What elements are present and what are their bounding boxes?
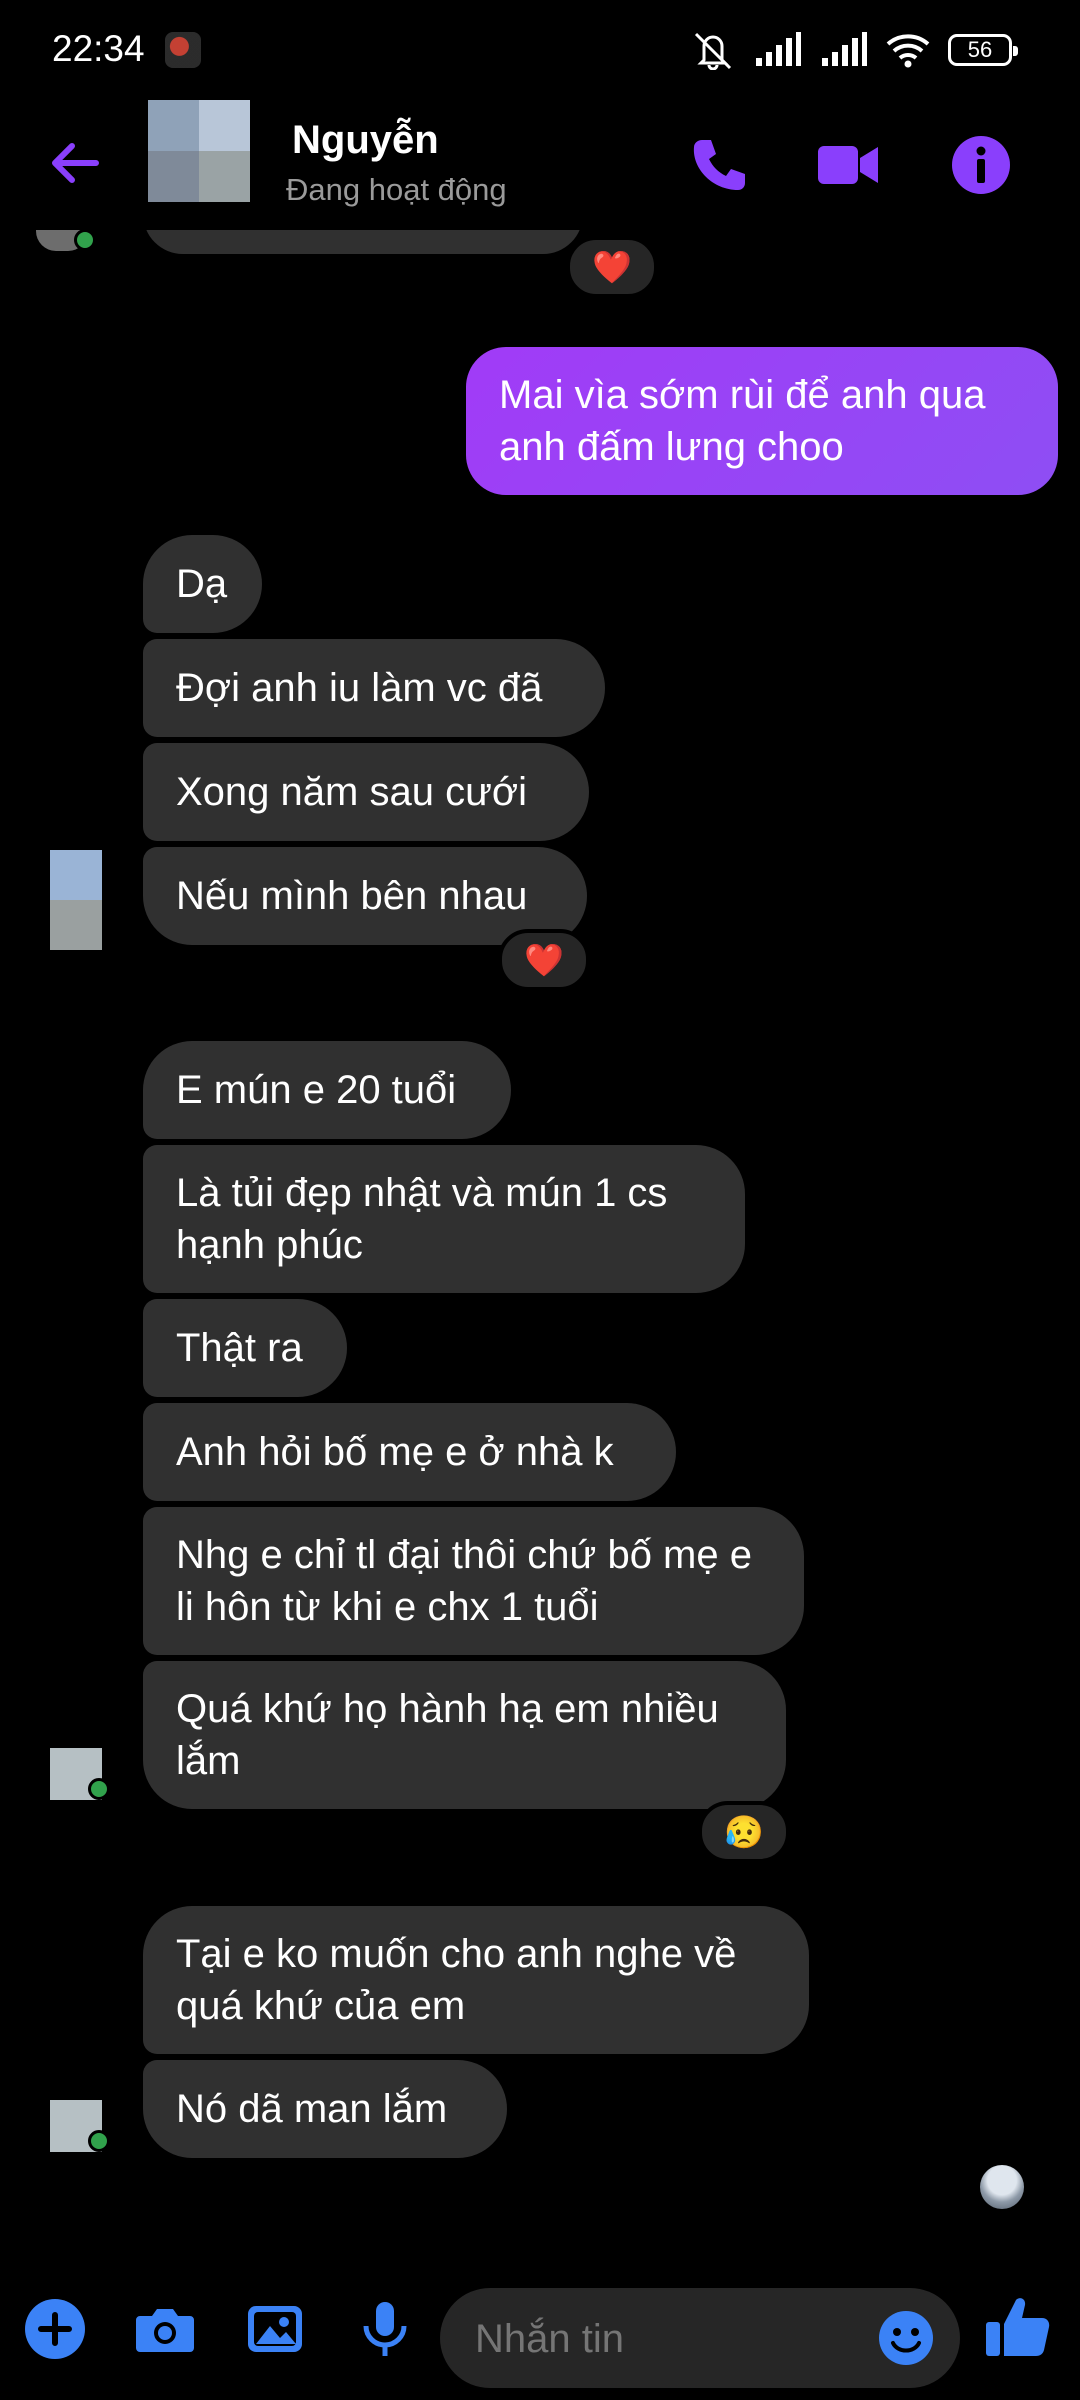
incoming-message[interactable]: Tại e ko muốn cho anh nghe về quá khứ củ…	[143, 1906, 809, 2054]
video-camera-icon[interactable]	[814, 132, 880, 198]
incoming-message[interactable]: Nó dã man lắm	[143, 2060, 507, 2158]
wifi-icon	[886, 34, 930, 68]
incoming-message[interactable]: E mún e 20 tuổi	[143, 1041, 511, 1139]
gallery-icon[interactable]	[242, 2296, 308, 2362]
sender-avatar	[50, 2100, 110, 2152]
contact-avatar[interactable]	[148, 100, 250, 202]
phone-icon[interactable]	[684, 132, 750, 198]
incoming-message[interactable]: Là tủi đẹp nhật và mún 1 cs hạnh phúc	[143, 1145, 745, 1293]
status-icons: 56	[690, 30, 1018, 70]
incoming-message[interactable]: Nhg e chỉ tl đại thôi chứ bố mẹ e li hôn…	[143, 1507, 804, 1655]
incoming-message[interactable]: Xong năm sau cưới	[143, 743, 589, 841]
back-arrow-icon[interactable]	[40, 128, 110, 198]
battery-indicator: 56	[948, 34, 1018, 66]
app-notification-icon	[165, 32, 201, 68]
battery-level: 56	[967, 37, 993, 62]
message-reaction[interactable]: ❤️	[566, 236, 658, 298]
message-reaction[interactable]: ❤️	[498, 929, 590, 991]
message-composer	[0, 2270, 1080, 2400]
signal-icon-2	[822, 32, 867, 66]
seen-avatar	[980, 2165, 1024, 2209]
incoming-message[interactable]: Đợi anh iu làm vc đã	[143, 639, 605, 737]
contact-status: Đang hoạt động	[286, 172, 507, 207]
signal-icon-1	[756, 32, 801, 66]
message-input-container[interactable]	[440, 2288, 960, 2388]
incoming-message[interactable]: Dạ	[143, 535, 262, 633]
camera-icon[interactable]	[132, 2296, 198, 2362]
mute-vibrate-icon	[694, 32, 732, 70]
emoji-icon[interactable]	[876, 2308, 936, 2368]
incoming-message[interactable]: Thật ra	[143, 1299, 347, 1397]
status-bar: 22:34 56	[0, 0, 1080, 100]
thumbs-up-icon[interactable]	[982, 2292, 1052, 2362]
message-input[interactable]	[473, 2316, 857, 2363]
plus-icon[interactable]	[22, 2296, 88, 2362]
incoming-message[interactable]: Anh hỏi bố mẹ e ở nhà k	[143, 1403, 676, 1501]
microphone-icon[interactable]	[352, 2296, 418, 2362]
chat-header: Nguyễn Đang hoạt động	[0, 100, 1080, 230]
info-icon[interactable]	[948, 132, 1014, 198]
messenger-screen: 22:34 56 Nguyễn Đang hoạt động ❤️ Mai vì…	[0, 0, 1080, 2400]
status-time: 22:34	[52, 28, 145, 69]
message-reaction[interactable]: 😥	[698, 1801, 790, 1863]
sender-avatar	[50, 1748, 110, 1800]
sender-avatar	[50, 850, 102, 950]
contact-name[interactable]: Nguyễn	[292, 118, 439, 163]
outgoing-message[interactable]: Mai vìa sớm rùi để anh qua anh đấm lưng …	[466, 347, 1058, 495]
incoming-message[interactable]: Quá khứ họ hành hạ em nhiều lắm	[143, 1661, 786, 1809]
